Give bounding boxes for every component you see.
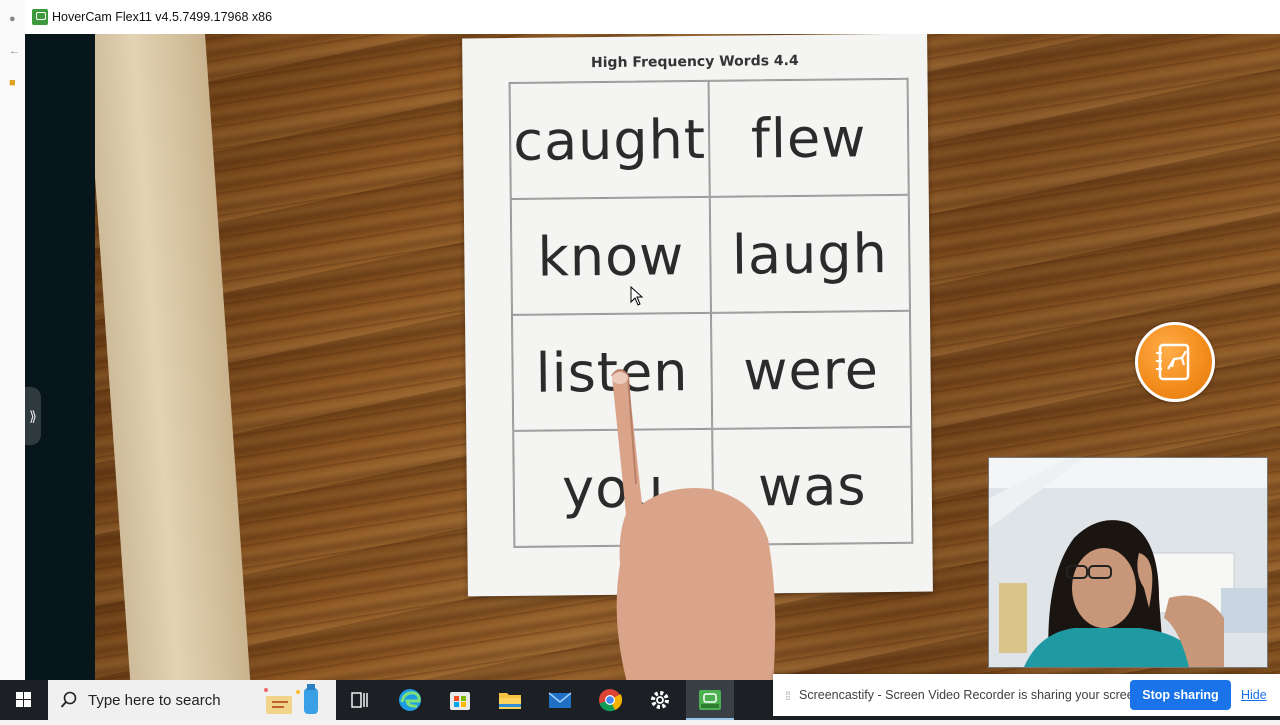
window-title: HoverCam Flex11 v4.5.7499.17968 x86 xyxy=(52,10,273,24)
hovercam-taskbar-button[interactable] xyxy=(686,680,734,720)
task-view-icon xyxy=(351,692,368,708)
mail-taskbar-button[interactable] xyxy=(536,680,584,720)
chrome-taskbar-button[interactable] xyxy=(586,680,634,720)
file-explorer-taskbar-button[interactable] xyxy=(486,680,534,720)
left-panel: ⟫ xyxy=(25,34,95,680)
gear-icon xyxy=(651,691,669,709)
taskbar-search[interactable]: Type here to search xyxy=(48,680,336,720)
notebook-reindeer-icon xyxy=(1156,343,1190,381)
browser-icon: ● xyxy=(9,13,16,25)
search-icon xyxy=(60,691,77,708)
edge-taskbar-button[interactable] xyxy=(386,680,434,720)
wooden-board xyxy=(95,34,251,680)
folder-icon xyxy=(499,693,521,709)
hovercam-flex-icon xyxy=(699,690,721,710)
settings-taskbar-button[interactable] xyxy=(636,680,684,720)
chevron-right-icon: ⟫ xyxy=(29,408,37,424)
chrome-icon xyxy=(599,689,623,712)
task-view-button[interactable] xyxy=(336,680,384,720)
pointing-hand xyxy=(611,369,776,680)
start-button[interactable] xyxy=(0,680,48,720)
word-card: know xyxy=(510,196,711,315)
word-card: flew xyxy=(708,78,909,197)
drag-handle-icon[interactable]: ⁞⁞ xyxy=(785,689,791,703)
webcam-overlay[interactable] xyxy=(988,457,1268,668)
sharing-message: Screencastify - Screen Video Recorder is… xyxy=(799,688,1145,702)
windows-logo-icon xyxy=(16,692,31,707)
expand-panel-button[interactable]: ⟫ xyxy=(25,387,41,445)
store-icon xyxy=(450,692,470,710)
store-taskbar-button[interactable] xyxy=(436,680,484,720)
edge-icon xyxy=(399,689,421,711)
stop-sharing-button[interactable]: Stop sharing xyxy=(1130,680,1231,710)
search-highlight-illustration xyxy=(264,684,318,714)
word-card: laugh xyxy=(709,194,910,313)
annotation-tool-button[interactable] xyxy=(1135,322,1215,402)
window-titlebar[interactable]: HoverCam Flex11 v4.5.7499.17968 x86 xyxy=(25,0,1280,35)
webcam-video xyxy=(989,458,1267,667)
screen-sharing-bar: ⁞⁞ Screencastify - Screen Video Recorder… xyxy=(773,674,1280,716)
background-browser-edge: ● ← ■ xyxy=(0,0,27,680)
worksheet-title: High Frequency Words 4.4 xyxy=(590,52,799,72)
mouse-cursor-icon xyxy=(630,286,644,306)
back-arrow-icon[interactable]: ← xyxy=(9,46,20,57)
mail-icon xyxy=(548,692,572,708)
hide-link[interactable]: Hide xyxy=(1241,688,1267,702)
bookmark-icon[interactable]: ■ xyxy=(9,78,19,89)
word-card: caught xyxy=(509,80,710,199)
search-placeholder: Type here to search xyxy=(88,692,221,709)
hovercam-app-icon xyxy=(32,9,48,25)
